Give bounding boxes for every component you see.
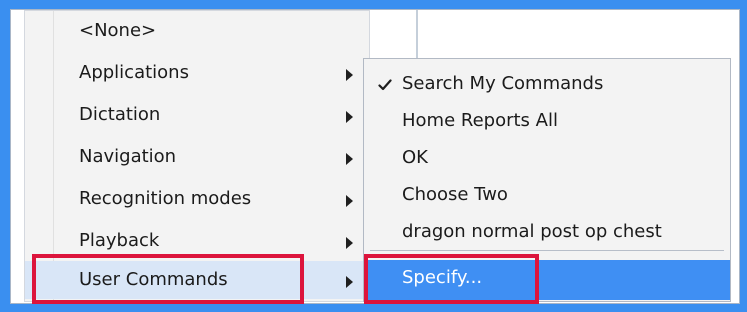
- submenu-arrow-icon: [346, 195, 353, 207]
- menu-item-label: Playback: [79, 230, 160, 251]
- menu-item-label: Recognition modes: [79, 188, 252, 209]
- submenu-item-label: Choose Two: [402, 184, 508, 205]
- submenu-item-dragon-normal-post-op-chest[interactable]: dragon normal post op chest: [364, 214, 730, 251]
- menu-item-dictation[interactable]: Dictation: [25, 96, 369, 134]
- submenu-item-choose-two[interactable]: Choose Two: [364, 177, 730, 214]
- submenu-arrow-icon: [346, 69, 353, 81]
- checkmark-icon: [378, 79, 392, 91]
- submenu-item-label: Search My Commands: [402, 73, 604, 94]
- submenu-item-label: dragon normal post op chest: [402, 221, 662, 242]
- submenu-arrow-icon: [346, 153, 353, 165]
- menu-item-applications[interactable]: Applications: [25, 54, 369, 92]
- submenu-arrow-icon: [346, 111, 353, 123]
- menu-item-recognition-modes[interactable]: Recognition modes: [25, 180, 369, 218]
- submenu-item-ok[interactable]: OK: [364, 140, 730, 177]
- menu-item-navigation[interactable]: Navigation: [25, 138, 369, 176]
- menu-item-none[interactable]: <None>: [25, 12, 369, 50]
- menu-item-label: Dictation: [79, 104, 161, 125]
- submenu-item-search-my-commands[interactable]: Search My Commands: [364, 66, 730, 103]
- submenu-item-label: OK: [402, 147, 428, 168]
- submenu-item-label: Home Reports All: [402, 110, 558, 131]
- menu-item-label: <None>: [79, 20, 157, 41]
- menu-item-label: Navigation: [79, 146, 177, 167]
- menu-item-label: Applications: [79, 62, 189, 83]
- annotation-highlight-specify: [364, 254, 539, 304]
- submenu-arrow-icon: [346, 276, 353, 288]
- submenu-arrow-icon: [346, 237, 353, 249]
- submenu-item-home-reports-all[interactable]: Home Reports All: [364, 103, 730, 140]
- menu-separator: [370, 250, 724, 251]
- annotation-highlight-user-commands: [32, 254, 304, 304]
